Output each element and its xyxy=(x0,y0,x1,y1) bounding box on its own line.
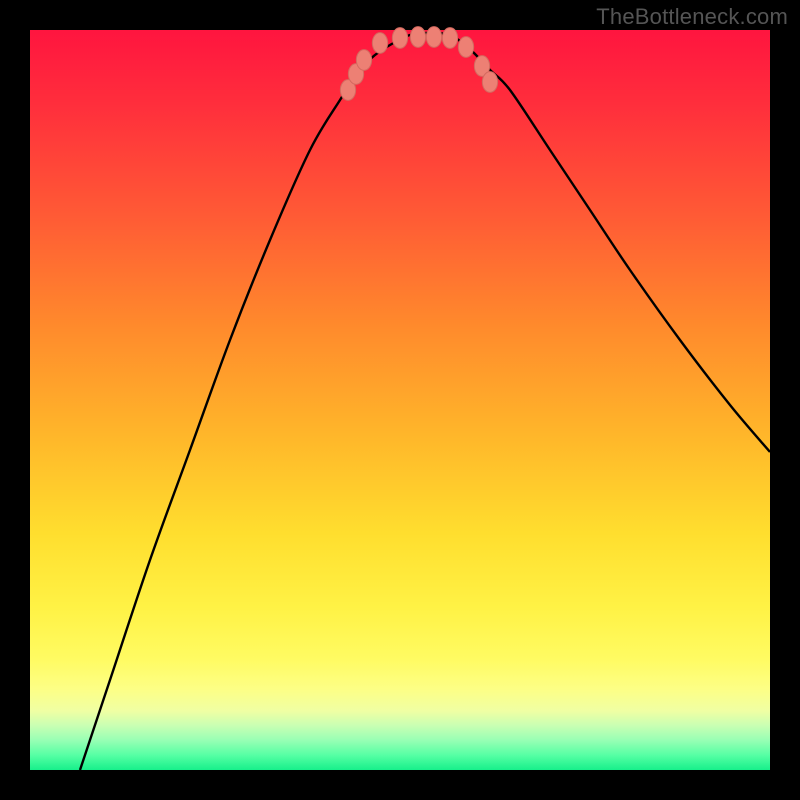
curve-marker xyxy=(426,27,441,48)
chart-frame: TheBottleneck.com xyxy=(0,0,800,800)
curve-marker xyxy=(482,72,497,93)
chart-svg xyxy=(30,30,770,770)
curve-marker xyxy=(442,28,457,49)
watermark-text: TheBottleneck.com xyxy=(596,4,788,30)
bottleneck-curve xyxy=(80,33,770,770)
curve-marker xyxy=(392,28,407,49)
curve-marker xyxy=(410,27,425,48)
curve-marker xyxy=(372,33,387,54)
curve-marker xyxy=(458,37,473,58)
marker-group xyxy=(340,27,497,101)
plot-area xyxy=(30,30,770,770)
curve-marker xyxy=(356,50,371,71)
